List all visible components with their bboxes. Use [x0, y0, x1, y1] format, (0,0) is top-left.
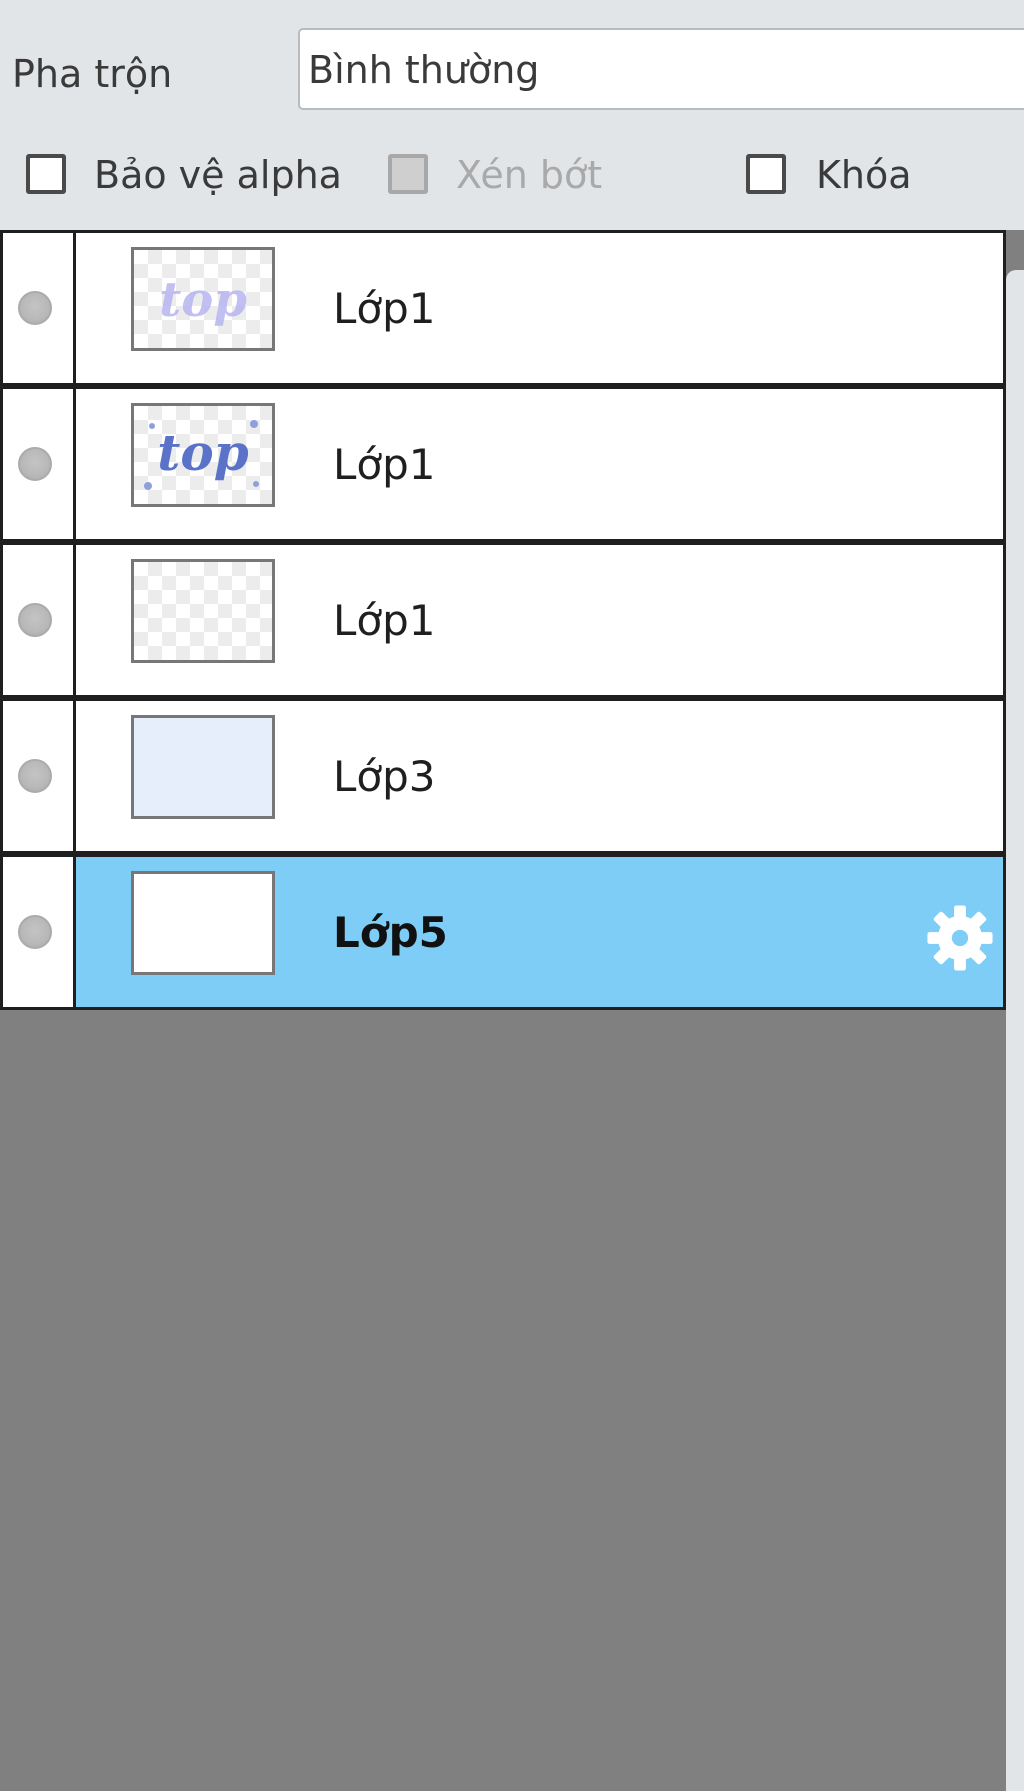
layer-name: Lớp1	[333, 596, 436, 645]
visibility-cell[interactable]	[0, 698, 76, 854]
layer-list-scrollbar[interactable]	[1006, 270, 1024, 1791]
blend-mode-value: Bình thường	[308, 48, 540, 92]
svg-text:top: top	[157, 423, 248, 482]
layer-thumbnail	[131, 559, 275, 663]
visibility-cell[interactable]	[0, 854, 76, 1010]
layer-thumbnail: top	[131, 247, 275, 351]
protect-alpha-label: Bảo vệ alpha	[94, 153, 342, 197]
layer-options-panel: Pha trộn Bình thường Bảo vệ alpha Xén bớ…	[0, 0, 1024, 230]
circle-dot-icon[interactable]	[18, 603, 52, 637]
visibility-cell[interactable]	[0, 386, 76, 542]
blend-mode-label: Pha trộn	[12, 52, 173, 96]
circle-dot-icon[interactable]	[18, 759, 52, 793]
layer-row-selected[interactable]: Lớp5	[0, 854, 1006, 1010]
visibility-cell[interactable]	[0, 230, 76, 386]
layer-thumbnail	[131, 715, 275, 819]
clip-label: Xén bớt	[456, 153, 603, 197]
layer-name: Lớp3	[333, 752, 436, 801]
layer-row[interactable]: top Lớp1	[0, 386, 1006, 542]
circle-dot-icon[interactable]	[18, 447, 52, 481]
lock-label: Khóa	[816, 153, 912, 197]
layer-row[interactable]: top Lớp1	[0, 230, 1006, 386]
circle-dot-icon[interactable]	[18, 915, 52, 949]
layer-name: Lớp1	[333, 440, 436, 489]
clip-checkbox	[388, 154, 428, 194]
layer-thumbnail	[131, 871, 275, 975]
lock-checkbox[interactable]	[746, 154, 786, 194]
layer-name: Lớp5	[333, 908, 448, 957]
circle-dot-icon[interactable]	[18, 291, 52, 325]
layer-row[interactable]: Lớp1	[0, 542, 1006, 698]
thumbnail-art: top	[159, 272, 247, 328]
layer-thumbnail: top	[131, 403, 275, 507]
svg-text:top: top	[159, 272, 247, 328]
blend-mode-select[interactable]: Bình thường	[298, 28, 1024, 110]
protect-alpha-checkbox[interactable]	[26, 154, 66, 194]
thumbnail-art: top	[144, 420, 259, 490]
gear-icon[interactable]	[923, 901, 997, 975]
layer-list[interactable]: top Lớp1 top Lớp1 Lớp1 Lớp3 Lớp5	[0, 230, 1024, 1791]
visibility-cell[interactable]	[0, 542, 76, 698]
layer-row[interactable]: Lớp3	[0, 698, 1006, 854]
layer-name: Lớp1	[333, 284, 436, 333]
